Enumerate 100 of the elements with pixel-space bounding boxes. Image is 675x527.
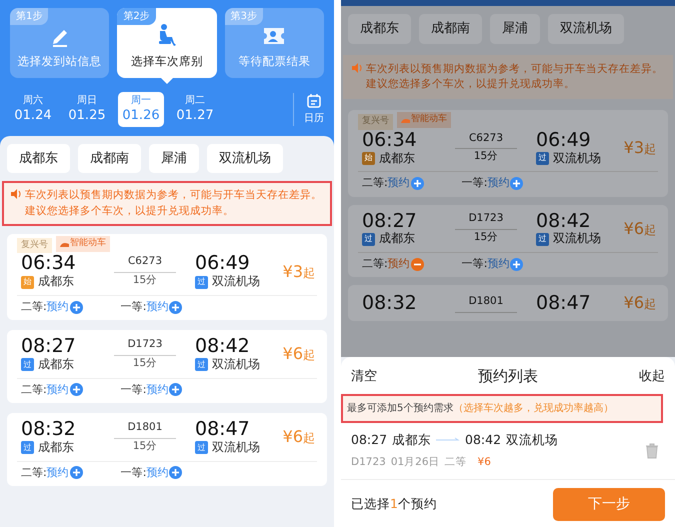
train-card[interactable]: 08:27 过 成都东 D1723 15分 08:42 过 双流机场 ¥6起 二等:预约 一等:预约 [7, 330, 327, 404]
time-text: 06:34 [21, 253, 77, 274]
station-type-mark: 始 [362, 152, 375, 165]
train-card[interactable]: 复兴号 智能动车 06:34 始 成都东 C6273 15分 06:49 过 双流机场 ¥3起 二等:预约 一等:预约 [348, 110, 668, 196]
seat-class-label: 二等: [21, 382, 47, 398]
reserve-button[interactable]: 预约 [388, 256, 424, 272]
station-name: 双流机场 [212, 440, 260, 456]
station-name: 双流机场 [212, 357, 260, 373]
price-text: ¥6起 [282, 343, 315, 366]
station-type-mark: 过 [21, 358, 34, 372]
train-number: D1723 [455, 211, 517, 230]
clear-button[interactable]: 清空 [351, 366, 377, 386]
duration-text: 15分 [474, 149, 498, 164]
duration-text: 15分 [474, 230, 498, 246]
station-type-mark: 始 [21, 276, 34, 289]
price-text: ¥6起 [282, 426, 315, 448]
station-type-mark: 过 [195, 358, 208, 372]
station-button[interactable]: 成都东 [348, 14, 411, 44]
station-name: 双流机场 [553, 231, 601, 247]
time-text: 08:47 [536, 292, 591, 314]
train-number: D1723 [351, 455, 386, 470]
trash-icon [645, 442, 659, 459]
step-badge: 第2步 [117, 8, 156, 25]
time-text: 08:32 [362, 292, 418, 314]
train-card[interactable]: 08:32 D1801 08:47 ¥6起 [348, 285, 668, 322]
reserve-button[interactable]: 预约 [487, 176, 524, 190]
station-name: 成都东 [38, 274, 74, 290]
date-text: 01月26日 [390, 455, 440, 470]
train-number: D1723 [114, 337, 176, 356]
train-tag: 智能动车 [56, 236, 110, 252]
notice-text: 车次列表以预售期内数据为参考，可能与开车当天存在差异。 建议您选择多个车次，以提升兑现成功率。 [25, 188, 322, 219]
plus-icon [70, 383, 83, 396]
selected-count-text: 已选择1个预约 [351, 495, 437, 514]
seat-class-label: 二等: [362, 256, 388, 272]
reserve-button[interactable]: 预约 [487, 256, 524, 272]
reserve-button[interactable]: 预约 [46, 466, 83, 480]
step-card[interactable]: 第1步 选择发到站信息 [10, 8, 110, 78]
seat-class-label: 二等: [362, 176, 388, 190]
train-number: D1801 [455, 294, 517, 313]
date-tab[interactable]: 周一 01.26 [118, 92, 164, 127]
delete-button[interactable] [645, 442, 659, 459]
speaker-icon [351, 62, 363, 74]
time-text: 06:49 [195, 253, 251, 274]
date-tab[interactable]: 周日 01.25 [64, 92, 110, 127]
station-button[interactable]: 双流机场 [548, 14, 624, 44]
station-button[interactable]: 双流机场 [207, 144, 283, 174]
station-type-mark: 过 [21, 441, 34, 454]
step-label: 等待配票结果 [238, 52, 310, 70]
price-text: ¥3起 [624, 136, 656, 159]
seat-class-text: 二等 [444, 455, 467, 470]
time-text: 06:49 [536, 130, 592, 151]
collapse-button[interactable]: 收起 [639, 366, 665, 386]
reserve-button[interactable]: 预约 [146, 300, 182, 314]
reserve-button[interactable]: 预约 [46, 300, 83, 314]
reserve-button[interactable]: 预约 [46, 382, 83, 398]
date-tab[interactable]: 周六 01.24 [10, 92, 56, 127]
station-type-mark: 过 [536, 232, 549, 246]
notice-text: 车次列表以预售期内数据为参考，可能与开车当天存在差异。 建议您选择多个车次，以提升兑现成功率。 [366, 62, 663, 92]
station-type-mark: 过 [536, 152, 549, 165]
station-button[interactable]: 犀浦 [490, 14, 540, 44]
time-text: 08:27 [351, 430, 388, 448]
duration-text: 15分 [132, 438, 158, 454]
train-number: C6273 [455, 130, 517, 150]
station-button[interactable]: 犀浦 [149, 144, 199, 174]
reserve-button[interactable]: 预约 [388, 176, 424, 190]
time-text: 08:32 [21, 419, 77, 440]
reserve-button[interactable]: 预约 [146, 382, 182, 398]
seat-class-label: 一等: [120, 466, 146, 480]
sheet-title: 预约列表 [478, 366, 538, 387]
calendar-button[interactable]: 日历 [293, 92, 324, 126]
station-button[interactable]: 成都南 [419, 14, 482, 44]
train-number: C6273 [114, 254, 176, 274]
minus-icon [410, 258, 424, 271]
seat-class-label: 一等: [462, 176, 488, 190]
station-button[interactable]: 成都东 [7, 144, 70, 174]
station-button[interactable]: 成都南 [78, 144, 141, 174]
price-text: ¥6 [478, 455, 491, 470]
train-number: D1801 [114, 420, 176, 439]
step-card[interactable]: 第3步 等待配票结果 [224, 8, 324, 78]
step-badge: 第1步 [10, 8, 48, 25]
train-card[interactable]: 复兴号 智能动车 06:34 始 成都东 C6273 15分 06:49 过 双流机场 ¥3起 二等:预约 一等:预约 [7, 234, 327, 320]
time-text: 06:34 [362, 130, 418, 151]
next-step-button[interactable]: 下一步 [553, 488, 665, 521]
train-card[interactable]: 08:27 过 成都东 D1723 15分 08:42 过 双流机场 ¥6起 二等:预约 一等:预约 [348, 204, 668, 278]
plus-icon [510, 258, 524, 271]
duration-text: 15分 [132, 273, 158, 288]
plus-icon [410, 176, 424, 190]
reserve-button[interactable]: 预约 [146, 466, 182, 480]
time-text: 08:47 [195, 419, 251, 440]
train-tag: 复兴号 [17, 238, 52, 254]
train-card[interactable]: 08:32 过 成都东 D1801 15分 08:47 过 双流机场 ¥6起 二等:预约 一等:预约 [7, 413, 327, 486]
time-text: 08:27 [362, 210, 418, 232]
seat-class-label: 一等: [120, 382, 146, 398]
time-text: 08:42 [195, 336, 251, 358]
date-tab[interactable]: 周二 01.27 [172, 92, 218, 127]
plus-icon [70, 300, 83, 314]
seat-class-label: 一等: [120, 300, 146, 314]
plus-icon [510, 176, 524, 190]
step-label: 选择车次席别 [130, 52, 203, 70]
train-tag: 智能动车 [397, 112, 451, 128]
